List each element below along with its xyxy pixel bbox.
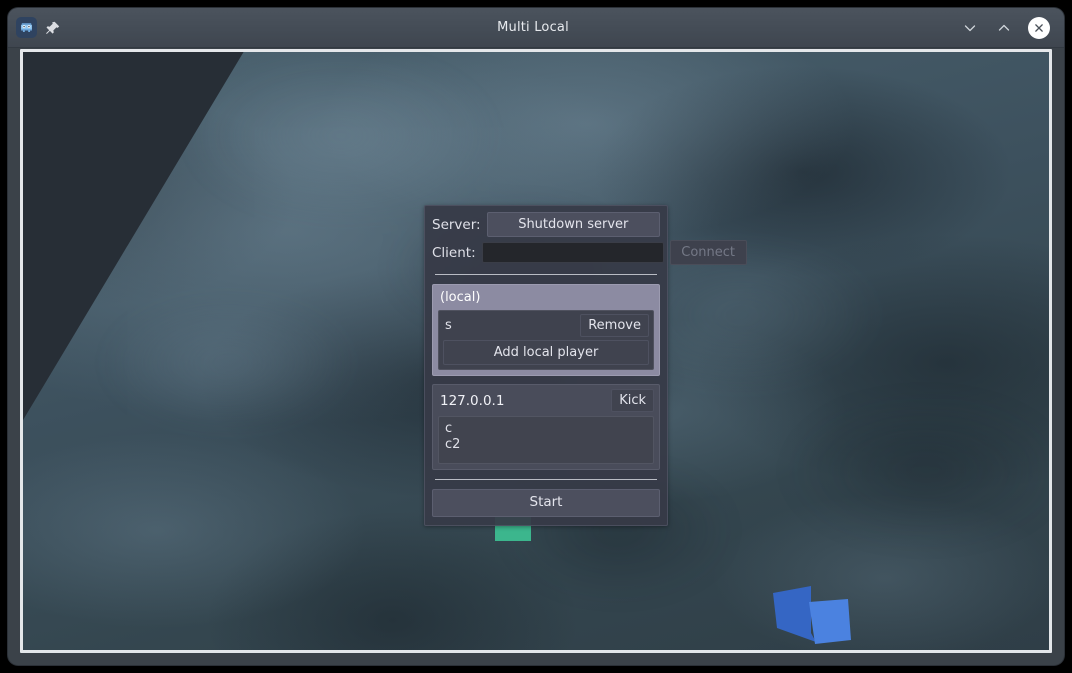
add-local-player-button[interactable]: Add local player xyxy=(443,340,649,365)
local-player-group: (local) s Remove Add local player xyxy=(432,284,660,376)
chevron-down-icon[interactable] xyxy=(960,18,980,38)
connect-button[interactable]: Connect xyxy=(669,240,747,265)
pin-icon[interactable] xyxy=(45,20,61,36)
godot-app-icon xyxy=(16,17,37,38)
server-label: Server: xyxy=(432,216,481,233)
client-label: Client: xyxy=(432,244,476,261)
title-bar-left-icons xyxy=(16,17,156,38)
shutdown-server-button[interactable]: Shutdown server xyxy=(486,212,660,237)
remote-client-address: 127.0.0.1 xyxy=(440,392,505,409)
local-player-list: s Remove Add local player xyxy=(438,310,654,370)
title-bar: Multi Local xyxy=(8,8,1064,48)
list-item: c xyxy=(445,421,453,436)
server-row: Server: Shutdown server xyxy=(432,212,660,237)
list-item: c2 xyxy=(445,437,461,452)
remote-player-list: c c2 xyxy=(438,416,654,464)
viewport-frame: Server: Shutdown server Client: Connect … xyxy=(20,49,1052,653)
remote-client-group: 127.0.0.1 Kick c c2 xyxy=(432,384,660,470)
remove-local-player-button[interactable]: Remove xyxy=(580,314,649,337)
chevron-up-icon[interactable] xyxy=(994,18,1014,38)
multiplayer-lobby-panel: Server: Shutdown server Client: Connect … xyxy=(424,205,747,526)
window-controls xyxy=(910,16,1056,39)
local-player-name: s xyxy=(445,318,452,333)
client-row: Client: Connect xyxy=(432,240,747,265)
start-button[interactable]: Start xyxy=(432,489,660,517)
client-address-input[interactable] xyxy=(481,242,664,263)
separator-bottom xyxy=(435,479,657,480)
separator-top xyxy=(435,274,657,275)
window-title: Multi Local xyxy=(497,20,569,35)
close-icon[interactable] xyxy=(1028,16,1050,39)
local-group-title: (local) xyxy=(440,290,481,305)
blue-player-cube xyxy=(763,580,855,648)
game-viewport[interactable]: Server: Shutdown server Client: Connect … xyxy=(23,52,1049,650)
application-window: Multi Local Server: Shutdown server Clie… xyxy=(8,8,1064,665)
list-item: s Remove xyxy=(443,314,649,337)
remote-group-header: 127.0.0.1 Kick xyxy=(438,389,654,412)
kick-client-button[interactable]: Kick xyxy=(611,389,654,412)
